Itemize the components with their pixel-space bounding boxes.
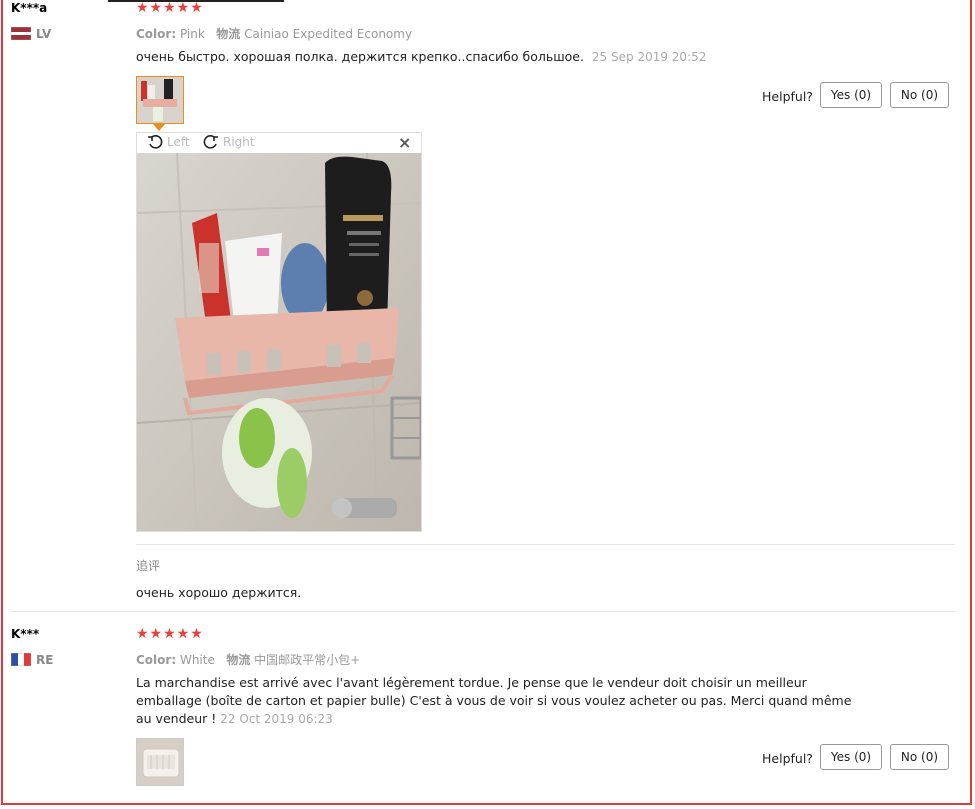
- photo-viewer-toolbar: Left Right ×: [137, 133, 421, 153]
- color-value: Pink: [179, 27, 205, 41]
- logistics-value: Cainiao Expedited Economy: [244, 27, 413, 41]
- followup-text: очень хорошо держится.: [136, 585, 302, 600]
- rotate-right-icon: [203, 135, 218, 149]
- review-separator: [11, 611, 955, 612]
- rotate-left-icon: [148, 135, 163, 149]
- reviewer-name: K***: [11, 627, 40, 641]
- review-date: 22 Oct 2019 06:23: [220, 712, 333, 726]
- order-info: Color: Pink 物流 Cainiao Expedited Economy: [136, 25, 412, 42]
- logistics-label: 物流: [226, 653, 251, 667]
- color-label: Color:: [136, 27, 177, 41]
- review-photo-thumbnail[interactable]: [136, 738, 184, 786]
- close-icon[interactable]: ×: [398, 133, 411, 152]
- review-photo-thumbnail[interactable]: [136, 76, 184, 124]
- rotate-right-label: Right: [223, 135, 255, 149]
- photo-viewer: Left Right ×: [136, 132, 422, 532]
- star-rating: ★★★★★: [136, 626, 204, 642]
- divider: [136, 544, 955, 545]
- review-photo-large: [137, 153, 421, 531]
- rotate-left-label: Left: [167, 135, 190, 149]
- helpful-no-button[interactable]: No (0): [890, 744, 949, 770]
- reviewer-country: LV: [36, 27, 52, 41]
- helpful-yes-button[interactable]: Yes (0): [820, 82, 882, 108]
- thumbnail-pointer: [153, 124, 165, 131]
- latvia-flag-icon: [11, 27, 31, 40]
- reunion-flag-icon: [11, 653, 31, 666]
- logistics-value: 中国邮政平常小包+: [254, 653, 361, 667]
- order-info: Color: White 物流 中国邮政平常小包+: [136, 651, 360, 668]
- helpful-label: Helpful?: [762, 751, 813, 766]
- review-text: La marchandise est arrivé avec l'avant l…: [136, 674, 858, 728]
- star-rating: ★★★★★: [136, 0, 204, 16]
- helpful-label: Helpful?: [762, 89, 813, 104]
- helpful-yes-button[interactable]: Yes (0): [820, 744, 882, 770]
- review-body: очень быстро. хорошая полка. держится кр…: [136, 49, 584, 64]
- rotate-right-button[interactable]: Right: [203, 134, 255, 150]
- shelf-photo-icon: [137, 77, 183, 123]
- reviewer-country: RE: [36, 653, 54, 667]
- followup-title: 追评: [136, 559, 161, 573]
- color-label: Color:: [136, 653, 177, 667]
- helpful-no-button[interactable]: No (0): [890, 82, 949, 108]
- logistics-label: 物流: [216, 27, 241, 41]
- soap-dish-photo-icon: [137, 739, 183, 785]
- color-value: White: [179, 653, 215, 667]
- review-date: 25 Sep 2019 20:52: [591, 50, 707, 64]
- reviewer-name: K***a: [11, 1, 48, 15]
- review-text: очень быстро. хорошая полка. держится кр…: [136, 48, 706, 66]
- rotate-left-button[interactable]: Left: [147, 134, 190, 150]
